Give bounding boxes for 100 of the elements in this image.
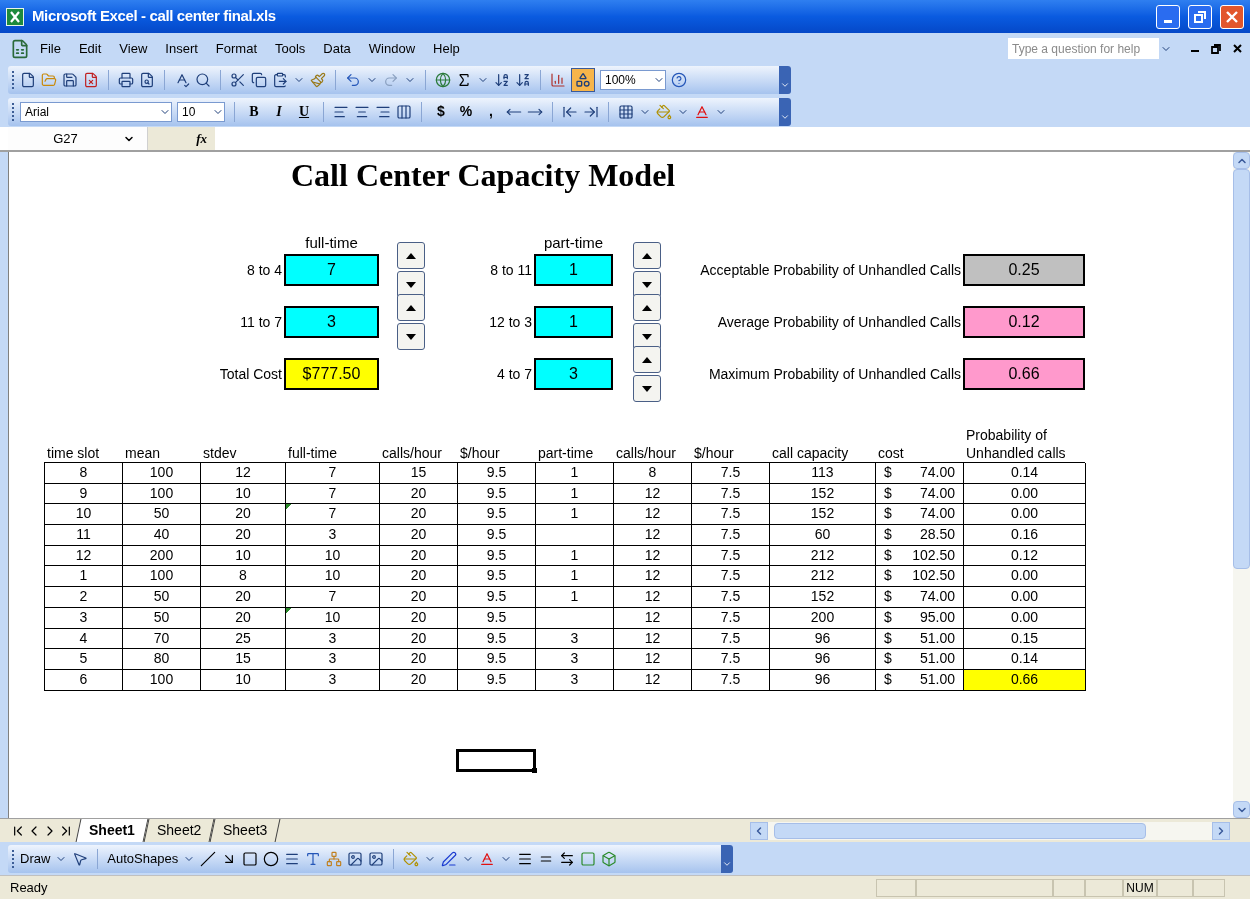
paste-icon[interactable] xyxy=(272,72,288,88)
text-style-button[interactable]: I xyxy=(269,101,289,122)
restore-button[interactable] xyxy=(1188,4,1212,29)
close-button[interactable] xyxy=(1220,4,1244,29)
spin-up-button[interactable] xyxy=(397,294,425,321)
spin-up-button[interactable] xyxy=(397,242,425,269)
menu-item[interactable]: Data xyxy=(323,38,351,59)
horizontal-scrollbar[interactable] xyxy=(750,821,1230,840)
save-icon[interactable] xyxy=(62,72,78,88)
picture-icon[interactable] xyxy=(368,850,385,867)
close-icon[interactable] xyxy=(1233,44,1242,53)
menu-item[interactable]: Window xyxy=(368,38,416,59)
number-format-button[interactable]: , xyxy=(481,101,501,122)
sheet-tab[interactable]: Sheet1 xyxy=(75,819,149,842)
restore-icon[interactable] xyxy=(1211,43,1221,54)
toolbar-grip-icon[interactable] xyxy=(12,849,15,868)
fill-handle[interactable] xyxy=(532,767,537,773)
pointer-icon[interactable] xyxy=(72,850,89,867)
spelling-icon[interactable] xyxy=(174,72,190,88)
number-format-button[interactable]: $ xyxy=(431,101,451,122)
borders-icon[interactable] xyxy=(618,103,634,120)
chart-icon[interactable] xyxy=(550,72,566,88)
scroll-thumb[interactable] xyxy=(1233,169,1250,569)
number-format-button[interactable]: % xyxy=(456,101,476,122)
toolbar-grip-icon[interactable] xyxy=(12,71,15,89)
sigma-icon[interactable] xyxy=(456,72,472,88)
selected-cell[interactable] xyxy=(456,748,536,772)
oval-icon[interactable] xyxy=(263,850,280,867)
font-color-icon[interactable] xyxy=(479,850,496,867)
wordart-icon[interactable] xyxy=(305,850,322,867)
menu-item[interactable]: File xyxy=(40,38,61,59)
undo-icon[interactable] xyxy=(345,72,361,88)
print-preview-icon[interactable] xyxy=(139,72,155,88)
table-cell: 7.5 xyxy=(692,628,770,650)
print-icon[interactable] xyxy=(118,72,134,88)
window-title: Microsoft Excel - call center final.xls xyxy=(32,6,276,27)
scroll-left-button[interactable] xyxy=(750,821,768,840)
menu-item[interactable]: Tools xyxy=(275,38,306,59)
search-icon[interactable] xyxy=(195,72,211,88)
paintbrush-icon[interactable] xyxy=(310,72,326,88)
table-cell: $ 74.00 xyxy=(876,504,964,526)
table-cell: 0.00 xyxy=(964,587,1086,608)
vertical-scrollbar[interactable] xyxy=(1233,152,1250,818)
cube-icon[interactable] xyxy=(601,850,618,867)
scroll-down-button[interactable] xyxy=(1233,801,1250,818)
document-x-icon[interactable] xyxy=(83,72,99,88)
table-cell: 12 xyxy=(614,649,692,670)
line-icon[interactable] xyxy=(200,850,217,867)
scissors-icon[interactable] xyxy=(230,72,246,88)
table-cell: 20 xyxy=(380,669,458,691)
help-icon[interactable] xyxy=(671,72,687,88)
zoom-field[interactable]: 100% xyxy=(600,70,666,90)
sort-ascending-icon[interactable] xyxy=(494,72,510,88)
toolbar-options-button[interactable] xyxy=(779,97,791,126)
line-color-icon[interactable] xyxy=(441,850,458,867)
autoshapes-menu-button[interactable]: AutoShapes xyxy=(107,848,179,869)
arrow-style-icon[interactable] xyxy=(559,850,576,867)
text-style-button[interactable]: B xyxy=(244,101,264,122)
globe-icon[interactable] xyxy=(435,72,451,88)
minimize-icon[interactable] xyxy=(1191,49,1199,52)
menu-item[interactable]: Format xyxy=(215,38,257,59)
sheet-tab[interactable]: Sheet2 xyxy=(143,819,215,842)
new-file-icon[interactable] xyxy=(20,72,36,88)
menu-item[interactable]: Edit xyxy=(78,38,102,59)
draw-menu-button[interactable]: Draw xyxy=(20,848,51,869)
table-cell: 7.5 xyxy=(692,566,770,588)
menu-item[interactable]: Insert xyxy=(165,38,198,59)
font-color-icon[interactable] xyxy=(694,103,710,120)
triangle-down-icon xyxy=(406,333,416,340)
spin-down-button[interactable] xyxy=(633,375,661,402)
function-label[interactable]: fx xyxy=(196,128,207,149)
spin-down-button[interactable] xyxy=(397,323,425,350)
table-cell: 200 xyxy=(123,545,201,567)
minimize-button[interactable] xyxy=(1156,4,1180,29)
menu-item[interactable]: View xyxy=(119,38,148,59)
text-style-button[interactable]: U xyxy=(294,101,314,122)
sort-descending-icon[interactable] xyxy=(515,72,531,88)
menu-item[interactable]: Help xyxy=(433,38,460,59)
table-cell: 100 xyxy=(123,669,201,691)
copy-icon[interactable] xyxy=(251,72,267,88)
table-cell: 20 xyxy=(380,566,458,588)
scroll-up-button[interactable] xyxy=(1233,152,1250,169)
paint-bucket-icon[interactable] xyxy=(403,850,420,867)
toolbar-options-button[interactable] xyxy=(721,844,733,873)
table-cell: $ 74.00 xyxy=(876,587,964,608)
rectangle-icon[interactable] xyxy=(242,850,259,867)
sheet-tab[interactable]: Sheet3 xyxy=(209,819,282,842)
document-icon[interactable] xyxy=(10,38,30,59)
help-search-field[interactable]: Type a question for help xyxy=(1008,38,1173,59)
spin-up-button[interactable] xyxy=(633,346,661,373)
scroll-thumb[interactable] xyxy=(774,822,1146,839)
drawing-toggle-button[interactable] xyxy=(571,68,595,92)
toolbar-grip-icon[interactable] xyxy=(12,102,15,121)
font-size-field[interactable]: 10 xyxy=(177,101,225,122)
font-field[interactable]: Arial xyxy=(20,101,172,122)
status-indicator: NUM xyxy=(1123,878,1157,897)
spin-up-button[interactable] xyxy=(633,242,661,269)
scroll-right-button[interactable] xyxy=(1212,821,1230,840)
table-cell: 20 xyxy=(380,525,458,546)
spin-up-button[interactable] xyxy=(633,294,661,321)
